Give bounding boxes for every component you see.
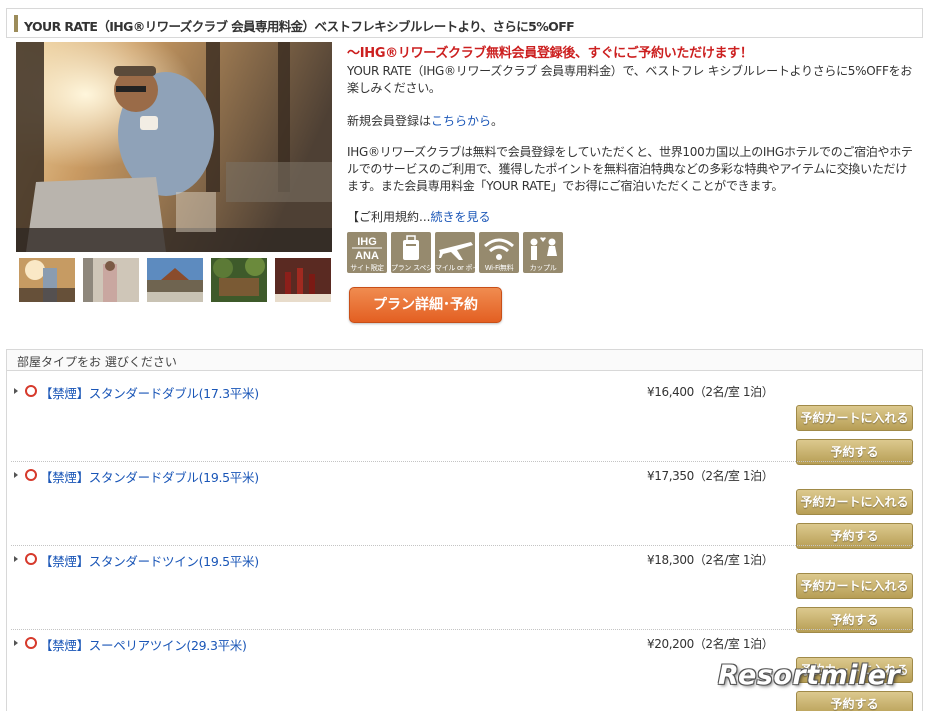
svg-text:IHG: IHG bbox=[357, 236, 377, 248]
expand-arrow-icon[interactable] bbox=[14, 388, 18, 394]
svg-text:ANA: ANA bbox=[355, 250, 379, 262]
plan-description: YOUR RATE（IHG®リワーズクラブ 会員専用料金）で、ベストフレ キシブ… bbox=[347, 64, 912, 95]
room-name-link[interactable]: 【禁煙】スタンダードダブル(17.3平米) bbox=[40, 383, 259, 402]
availability-circle-icon bbox=[25, 469, 37, 481]
thumbnail-2[interactable] bbox=[83, 258, 139, 302]
availability-circle-icon bbox=[25, 637, 37, 649]
add-to-cart-button[interactable]: 予約カートに入れる bbox=[796, 489, 913, 515]
badge-label: カップル bbox=[529, 264, 557, 272]
couple-icon: カップル bbox=[523, 232, 563, 273]
badge-label: プラン スペシャル bbox=[391, 264, 431, 272]
room-list-header-label: 部屋タイプをお 選びください bbox=[17, 355, 177, 369]
room-row: 【禁煙】スタンダードダブル(19.5平米) ¥17,350（2名/室 1泊） 予… bbox=[7, 462, 922, 549]
thumbnail-4[interactable] bbox=[211, 258, 267, 302]
photo-thumbnails bbox=[19, 258, 337, 302]
badge-label: サイト限定 bbox=[350, 264, 384, 272]
register-line: 新規会員登録はこちらから。 bbox=[347, 112, 503, 129]
room-name-link[interactable]: 【禁煙】スタンダードツイン(19.5平米) bbox=[40, 551, 259, 570]
room-row: 【禁煙】スタンダードダブル(17.3平米) ¥16,400（2名/室 1泊） 予… bbox=[7, 378, 922, 465]
room-name-link[interactable]: 【禁煙】スタンダードダブル(19.5平米) bbox=[40, 467, 259, 486]
room-price: ¥16,400（2名/室 1泊） bbox=[647, 385, 774, 399]
title-accent-mark bbox=[14, 15, 18, 32]
thumbnail-1[interactable] bbox=[19, 258, 75, 302]
badge-label: Wi-Fi無料 bbox=[484, 264, 514, 272]
plan-catchphrase: 〜IHG®リワーズクラブ無料会員登録後、すぐにご予約いただけます！ bbox=[347, 46, 753, 61]
room-type-list: 部屋タイプをお 選びください 【禁煙】スタンダードダブル(17.3平米) ¥16… bbox=[6, 349, 923, 711]
thumbnail-5[interactable] bbox=[275, 258, 331, 302]
room-price: ¥20,200（2名/室 1泊） bbox=[647, 637, 774, 651]
room-name-link[interactable]: 【禁煙】スーペリアツイン(29.3平米) bbox=[40, 635, 247, 654]
expand-arrow-icon[interactable] bbox=[14, 640, 18, 646]
add-to-cart-button[interactable]: 予約カートに入れる bbox=[796, 573, 913, 599]
plan-detail-reserve-button[interactable]: プラン詳細･予約 bbox=[349, 287, 502, 323]
expand-arrow-icon[interactable] bbox=[14, 472, 18, 478]
terms-line: 【ご利用規約...続きを見る bbox=[347, 208, 490, 225]
room-price: ¥18,300（2名/室 1泊） bbox=[647, 553, 774, 567]
expand-arrow-icon[interactable] bbox=[14, 556, 18, 562]
watermark-text: Resortmiler bbox=[718, 660, 901, 691]
room-price: ¥17,350（2名/室 1泊） bbox=[647, 469, 774, 483]
plan-main-photo bbox=[16, 42, 332, 252]
badge-label: マイル or ポイントOK bbox=[435, 264, 475, 272]
availability-circle-icon bbox=[25, 385, 37, 397]
terms-read-more-link[interactable]: 続きを見る bbox=[430, 210, 490, 224]
club-description: IHG®リワーズクラブは無料で会員登録をしていただくと、世界100カ国以上のIH… bbox=[347, 145, 913, 193]
ihg-ana-icon: IHG ANA サイト限定 bbox=[347, 232, 387, 273]
room-list-header: 部屋タイプをお 選びください bbox=[7, 350, 922, 371]
add-to-cart-button[interactable]: 予約カートに入れる bbox=[796, 405, 913, 431]
availability-circle-icon bbox=[25, 553, 37, 565]
airplane-icon: マイル or ポイントOK bbox=[435, 232, 475, 273]
book-button[interactable]: 予約する bbox=[796, 691, 913, 711]
register-prefix: 新規会員登録は bbox=[347, 114, 432, 128]
plan-title: YOUR RATE（IHG®リワーズクラブ 会員専用料金）ベストフレキシブルレー… bbox=[24, 19, 575, 34]
suitcase-icon: プラン スペシャル bbox=[391, 232, 431, 273]
room-row: 【禁煙】スタンダードツイン(19.5平米) ¥18,300（2名/室 1泊） 予… bbox=[7, 546, 922, 633]
wifi-icon: Wi-Fi無料 bbox=[479, 232, 519, 273]
thumbnail-3[interactable] bbox=[147, 258, 203, 302]
terms-prefix: 【ご利用規約... bbox=[347, 210, 431, 224]
register-suffix: 。 bbox=[491, 114, 504, 128]
register-link[interactable]: こちらから bbox=[431, 114, 491, 128]
plan-title-bar: YOUR RATE（IHG®リワーズクラブ 会員専用料金）ベストフレキシブルレー… bbox=[6, 8, 923, 38]
